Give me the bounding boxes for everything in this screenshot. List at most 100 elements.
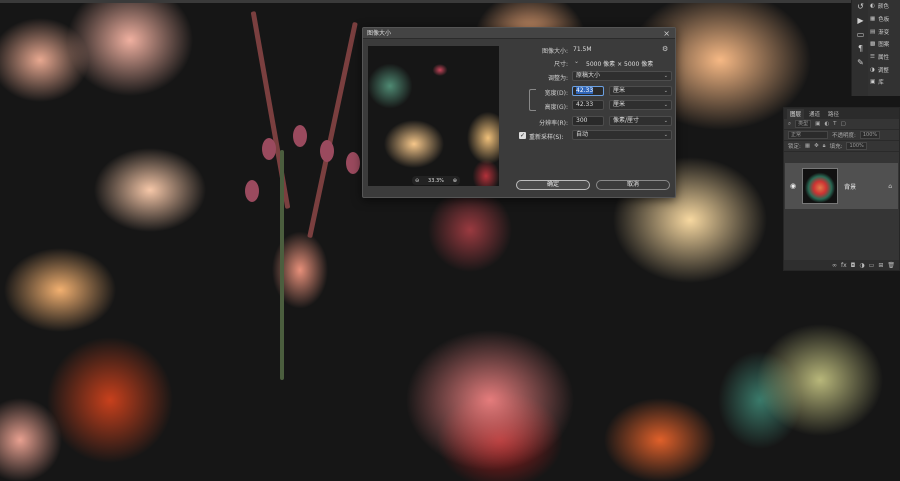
height-unit-select[interactable]: 厘米 ⌄: [609, 100, 672, 110]
ok-button[interactable]: 确定: [516, 180, 590, 190]
image-preview[interactable]: ⊖ 33.3% ⊕: [368, 46, 499, 186]
comment-icon[interactable]: ▭: [852, 28, 869, 42]
adjustment-layer-icon[interactable]: ◑: [859, 262, 864, 269]
chevron-down-icon[interactable]: ⌄: [574, 58, 579, 65]
tab-layers[interactable]: 图层: [787, 109, 805, 119]
opacity-input[interactable]: 100%: [859, 131, 881, 139]
panel-adjustments[interactable]: ◑ 调整: [868, 63, 900, 76]
panel-label: 库: [878, 80, 884, 87]
flower-bud: [293, 125, 307, 147]
image-size-value: 71.5M: [573, 46, 592, 53]
height-input[interactable]: 42.33: [572, 100, 604, 110]
panel-patterns[interactable]: ▩ 图案: [868, 38, 900, 51]
panel-swatches[interactable]: ▦ 色板: [868, 13, 900, 26]
filter-image-icon[interactable]: ▣: [815, 121, 820, 127]
tab-channels[interactable]: 通道: [806, 109, 823, 119]
resolution-value: 300: [576, 117, 588, 124]
flower-stem: [280, 150, 284, 380]
panel-label: 渐变: [878, 29, 890, 36]
lock-row: 锁定: ▦ ✥ 🔒︎ 填充: 100%: [784, 141, 899, 152]
flower-bud: [262, 138, 276, 160]
panel-gradients[interactable]: ▤ 渐变: [868, 25, 900, 38]
lock-pixels-icon[interactable]: ▦: [805, 143, 810, 149]
fx-icon[interactable]: fx: [841, 262, 847, 269]
text-paragraph-icon[interactable]: ¶: [852, 42, 869, 56]
panel-color[interactable]: ◐ 颜色: [868, 0, 900, 13]
panel-label: 图案: [878, 42, 890, 49]
filter-text-icon[interactable]: T: [833, 121, 836, 127]
history-icon[interactable]: ↺: [852, 0, 869, 14]
opacity-label: 不透明度:: [832, 133, 856, 139]
pattern-icon: ▩: [870, 41, 876, 48]
dialog-title: 图像大小: [367, 30, 392, 37]
blend-row: 正常 不透明度: 100%: [784, 130, 899, 141]
resample-value: 自动: [576, 131, 589, 138]
flower-bud: [346, 152, 360, 174]
layers-tabs: 图层 通道 路径: [784, 108, 899, 119]
lock-icon: ⌂: [888, 182, 892, 190]
zoom-control: ⊖ 33.3% ⊕: [412, 176, 460, 185]
lock-all-icon[interactable]: 🔒︎: [823, 143, 826, 150]
zoom-value: 33.3%: [428, 177, 444, 184]
panel-libraries[interactable]: ▣ 库: [868, 76, 900, 89]
play-icon[interactable]: ▶: [852, 14, 869, 28]
search-icon[interactable]: ⌕: [788, 121, 791, 128]
layer-row-background[interactable]: ◉ 背景 ⌂: [785, 163, 898, 209]
link-layers-icon[interactable]: ∞: [832, 262, 837, 269]
gradient-icon: ▤: [870, 28, 876, 35]
dialog-titlebar[interactable]: 图像大小 ×: [363, 28, 675, 39]
options-bar: [0, 0, 900, 3]
panel-label: 色板: [878, 17, 890, 24]
chevron-down-icon: ⌄: [663, 132, 668, 138]
zoom-in-icon[interactable]: ⊕: [453, 178, 457, 184]
filter-shape-icon[interactable]: ▢: [841, 121, 846, 127]
new-layer-icon[interactable]: ⊞: [878, 262, 883, 269]
panel-label: 颜色: [877, 4, 889, 11]
lock-position-icon[interactable]: ✥: [814, 143, 819, 149]
side-tool-strip: ↺ ▶ ▭ ¶ ✎: [851, 0, 868, 96]
fit-to-select[interactable]: 原稿大小 ⌄: [572, 71, 672, 81]
grid-icon: ▦: [870, 16, 876, 23]
resolution-unit-select[interactable]: 像素/厘寸 ⌄: [609, 116, 672, 126]
zoom-out-icon[interactable]: ⊖: [415, 178, 419, 184]
panel-properties[interactable]: ☰ 属性: [868, 51, 900, 64]
blend-mode-select[interactable]: 正常: [788, 131, 828, 139]
layers-footer: ∞ fx ◘ ◑ ▭ ⊞ 🗑︎: [784, 260, 899, 270]
layer-kind-select[interactable]: 类型: [795, 120, 812, 128]
layer-name: 背景: [844, 183, 857, 191]
filter-adjust-icon[interactable]: ◐: [824, 121, 829, 127]
close-icon[interactable]: ×: [663, 28, 670, 39]
brush-settings-icon[interactable]: ✎: [852, 56, 869, 70]
adjust-icon: ◑: [870, 66, 875, 73]
add-mask-icon[interactable]: ◘: [851, 262, 856, 269]
resample-select[interactable]: 自动 ⌄: [572, 130, 672, 140]
width-value: 42.33: [576, 87, 594, 94]
visibility-eye-icon[interactable]: ◉: [790, 182, 796, 190]
flower-stem: [250, 11, 291, 209]
panel-label: 属性: [877, 55, 889, 62]
trash-icon[interactable]: 🗑︎: [887, 262, 895, 269]
group-folder-icon[interactable]: ▭: [869, 262, 875, 269]
resample-checkbox[interactable]: ✓: [519, 132, 526, 139]
cancel-button[interactable]: 取消: [596, 180, 670, 190]
resample-label: 重新采样(S):: [529, 134, 564, 141]
properties-icon: ☰: [870, 54, 875, 61]
panel-label: 调整: [877, 67, 889, 74]
chevron-down-icon: ⌄: [663, 102, 668, 108]
tab-paths[interactable]: 路径: [825, 109, 842, 119]
fill-input[interactable]: 100%: [846, 142, 867, 150]
width-input[interactable]: 42.33: [572, 86, 604, 96]
height-label: 高度(G):: [544, 104, 568, 111]
fit-to-value: 原稿大小: [576, 72, 601, 79]
gear-icon[interactable]: ⚙: [662, 45, 668, 53]
width-unit-select[interactable]: 厘米 ⌄: [609, 86, 672, 96]
lock-label: 锁定:: [788, 144, 801, 150]
resolution-label: 分辨率(R):: [539, 120, 568, 127]
eye-icon: ◐: [870, 3, 875, 10]
resolution-input[interactable]: 300: [572, 116, 604, 126]
resolution-unit: 像素/厘寸: [613, 117, 640, 124]
chevron-down-icon: ⌄: [663, 73, 668, 79]
width-label: 宽度(D):: [544, 90, 568, 97]
fit-to-label: 调整为:: [547, 75, 568, 82]
dimensions-label: 尺寸:: [553, 61, 568, 68]
